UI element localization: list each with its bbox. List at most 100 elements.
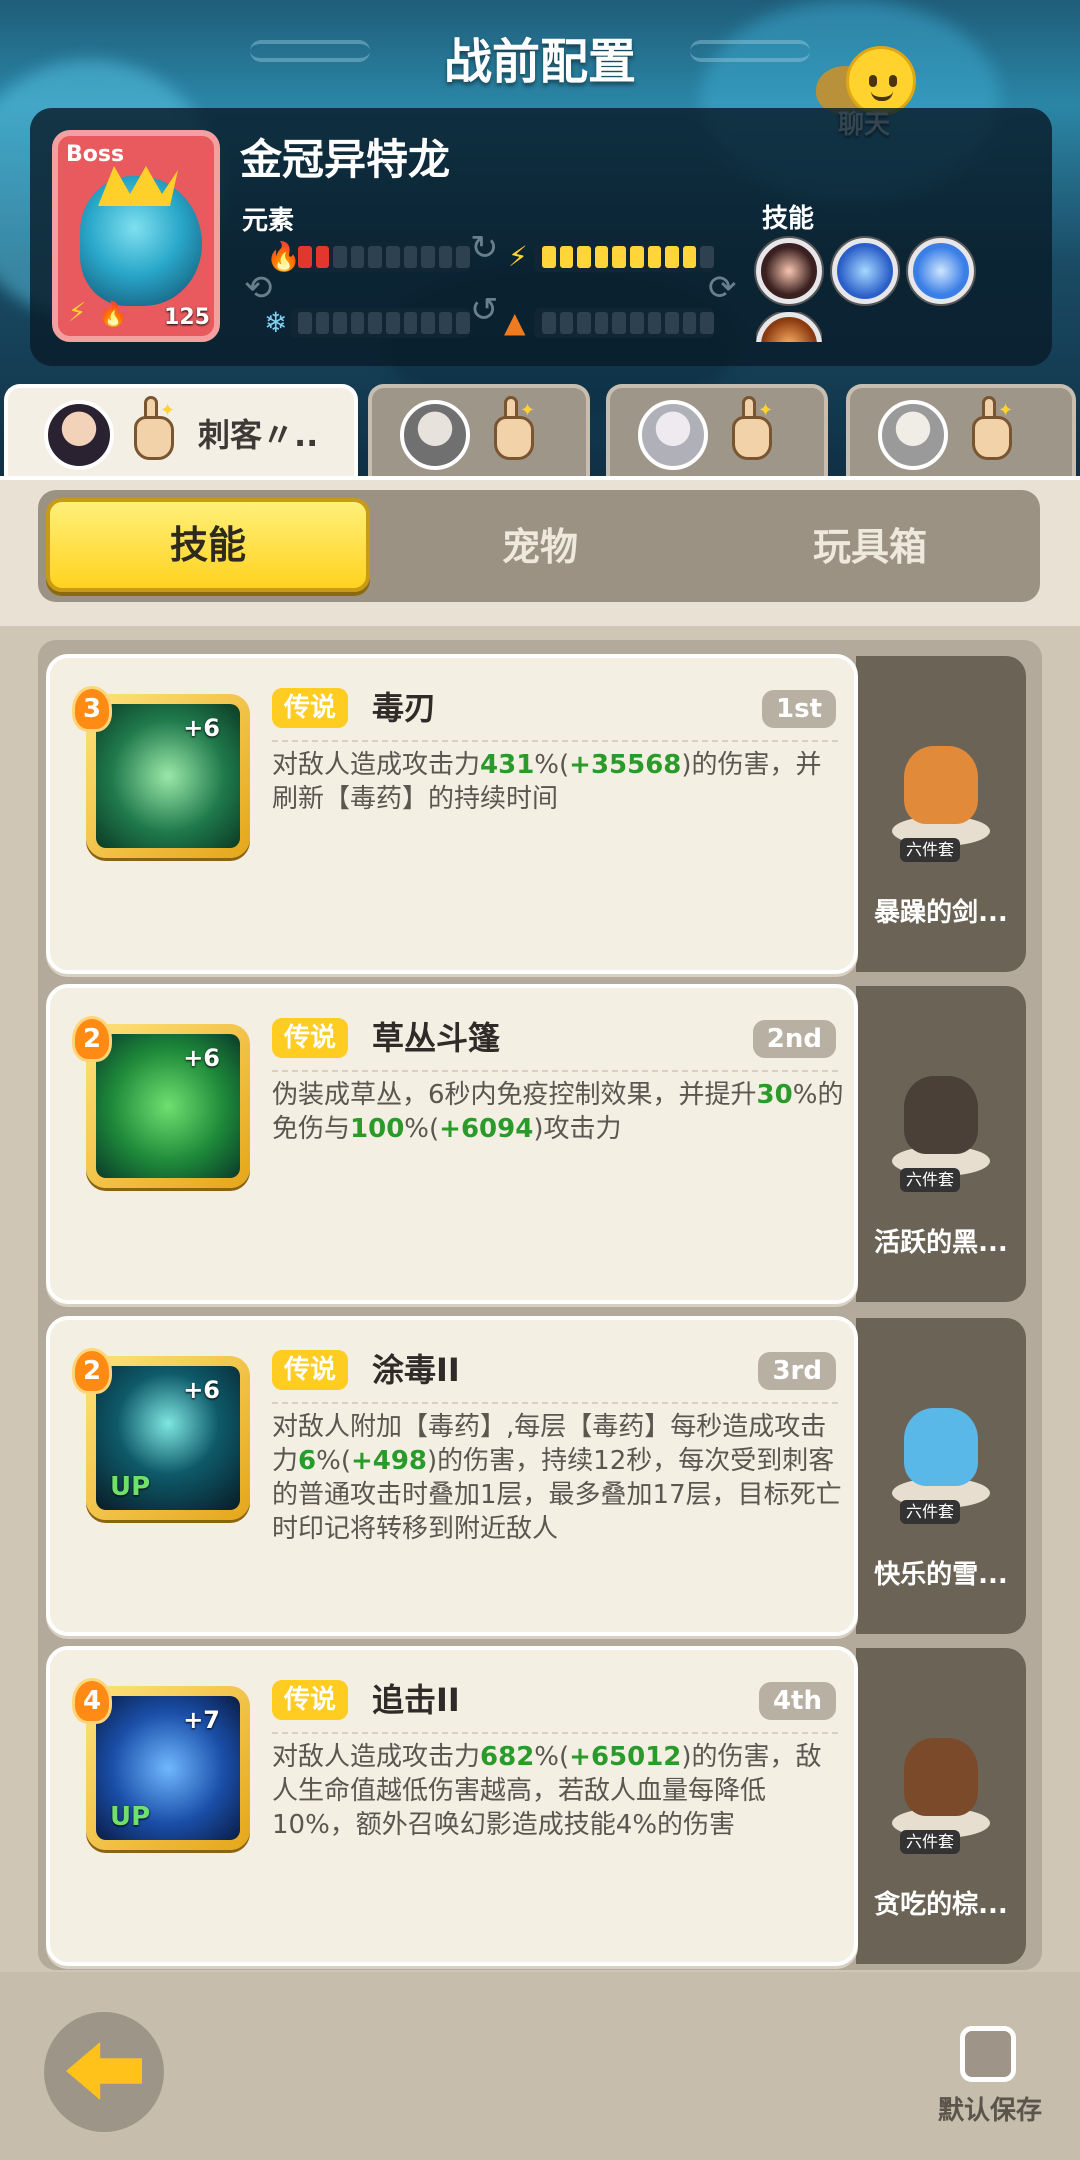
rarity-tag: 传说 <box>272 1680 349 1720</box>
back-button[interactable] <box>44 2012 164 2132</box>
element-bar-segment <box>421 312 435 334</box>
description-text: %( <box>534 1742 570 1772</box>
skill-level-badge: 3 <box>72 686 112 732</box>
pet-body <box>904 1738 978 1816</box>
earth-element-bar: ▲ <box>504 306 714 339</box>
skill-description: 对敌人造成攻击力431%(+35568)的伤害，并刷新【毒药】的持续时间 <box>272 748 844 816</box>
divider <box>272 1070 838 1072</box>
description-value: 682 <box>480 1742 535 1772</box>
element-bar-segment <box>456 246 470 268</box>
lightning-skill-icon[interactable] <box>908 238 974 304</box>
default-save-checkbox[interactable] <box>960 2026 1016 2082</box>
skill-level-badge: 4 <box>72 1678 112 1724</box>
element-bar-segment <box>298 312 312 334</box>
description-value: +35568 <box>569 750 682 780</box>
tap-finger-icon: ✦ <box>962 396 1018 464</box>
pet-slot[interactable]: 六件套快乐的雪... <box>856 1318 1026 1634</box>
upgrade-badge: UP <box>110 1472 151 1502</box>
description-text: %( <box>316 1446 351 1476</box>
element-bar-segment <box>350 312 365 334</box>
pet-slot[interactable]: 六件套 暴躁的剑... <box>856 656 1026 972</box>
element-bar-segment <box>665 312 679 334</box>
fire-element-bar: 🔥 <box>260 240 470 273</box>
element-bar-segment <box>612 246 626 268</box>
poison-drop-icon: +6 UP <box>96 1366 240 1510</box>
skill-rank-badge: 4th <box>758 1682 836 1720</box>
pet-set-tag: 六件套 <box>900 1500 961 1524</box>
skill-card[interactable]: +6 3 传说 毒刃 1st 对敌人造成攻击力431%(+35568)的伤害，并刷新【毒药… <box>46 654 858 974</box>
rarity-tag: 传说 <box>272 1350 349 1390</box>
element-bar-segment <box>438 246 453 268</box>
element-bar-segment <box>647 246 662 268</box>
cycle-arrow-icon: ⟳ <box>708 268 737 308</box>
tab-skills-label: 技能 <box>169 523 246 567</box>
pet-figure <box>886 1708 996 1838</box>
element-bar-segment <box>559 246 574 268</box>
divider <box>272 1732 838 1734</box>
thunder-storm-icon[interactable] <box>832 238 898 304</box>
pet-slot[interactable]: 六件套贪吃的棕... <box>856 1648 1026 1964</box>
hero-tab-4[interactable]: ✦ <box>846 384 1076 478</box>
element-bar-segment <box>403 312 418 334</box>
pet-name: 暴躁的剑... <box>874 898 1008 928</box>
hero-name: 刺客〃.. <box>198 416 319 454</box>
rarity-tag: 传说 <box>272 688 349 728</box>
element-bar-segment <box>456 312 470 334</box>
element-bar-segment <box>438 312 453 334</box>
hero-tab-assassin[interactable]: ✦ 刺客〃.. <box>4 384 358 478</box>
fang-skill-icon[interactable] <box>756 238 822 304</box>
element-bar-segment <box>403 246 418 268</box>
element-bar-segment <box>542 246 556 268</box>
element-bar-segment <box>333 312 347 334</box>
skill-rank-badge: 3rd <box>758 1352 836 1390</box>
element-bar-segment <box>700 312 714 334</box>
element-bar-segment <box>682 246 697 268</box>
rarity-tag: 传说 <box>272 1018 349 1058</box>
skill-description: 对敌人造成攻击力682%(+65012)的伤害，敌人生命值越低伤害越高，若敌人血… <box>272 1740 844 1842</box>
skills-label: 技能 <box>762 204 815 234</box>
pet-slot[interactable]: 六件套 活跃的黑... <box>856 986 1026 1302</box>
hero-tab-3[interactable]: ✦ <box>606 384 828 478</box>
tab-skills[interactable]: 技能 <box>46 498 370 592</box>
pet-set-tag: 六件套 <box>900 1830 961 1854</box>
bush-cloak-icon: +6 <box>96 1034 240 1178</box>
tap-finger-icon: ✦ <box>124 396 180 464</box>
description-text: )攻击力 <box>533 1114 622 1144</box>
pet-body <box>904 1076 978 1154</box>
lightning-icon: ⚡ <box>68 298 87 328</box>
pet-figure <box>886 716 996 846</box>
element-bar-segment <box>385 246 400 268</box>
skill-card[interactable]: +6 2 传说 草丛斗篷 2nd 伪装成草丛，6秒内免疫控制效果，并提升30%的免伤与10… <box>46 984 858 1304</box>
skill-level-badge: 2 <box>72 1016 112 1062</box>
skill-name: 草丛斗篷 <box>372 1019 501 1057</box>
boss-portrait[interactable]: Boss ⚡ 🔥 125 <box>52 130 220 342</box>
skill-plus-level: +6 <box>183 1376 220 1404</box>
element-bar-segment <box>682 312 697 334</box>
pursuit-icon: +7 UP <box>96 1696 240 1840</box>
pet-name: 快乐的雪... <box>874 1560 1008 1590</box>
back-arrow-icon <box>66 2042 142 2100</box>
skill-name: 涂毒II <box>372 1351 460 1389</box>
elements-label: 元素 <box>242 206 295 236</box>
element-bar-segment <box>559 312 574 334</box>
skill-description: 对敌人附加【毒药】,每层【毒药】每秒造成攻击力6%(+498)的伤害，持续12秒… <box>272 1410 844 1546</box>
tap-finger-icon: ✦ <box>722 396 778 464</box>
earth-icon: ▲ <box>504 306 526 339</box>
earth-spike-icon[interactable] <box>756 312 822 342</box>
tab-pets[interactable]: 宠物 <box>400 516 680 571</box>
pet-name: 贪吃的棕... <box>874 1890 1008 1920</box>
skill-card[interactable]: +7 UP 4 传说 追击II 4th 对敌人造成攻击力682%(+65012)的伤害，敌人… <box>46 1646 858 1966</box>
pet-body <box>904 1408 978 1486</box>
description-text: %( <box>534 750 570 780</box>
element-bar-segment <box>665 246 679 268</box>
description-value: +6094 <box>439 1114 534 1144</box>
tab-toybox[interactable]: 玩具箱 <box>720 516 1020 571</box>
hero-tab-2[interactable]: ✦ <box>368 384 590 478</box>
element-bar-segment <box>542 312 556 334</box>
skill-plus-level: +6 <box>183 714 220 742</box>
hero-avatar <box>638 400 708 470</box>
element-bar-segment <box>612 312 626 334</box>
description-text: 对敌人造成攻击力 <box>272 1742 481 1772</box>
skill-card[interactable]: +6 UP 2 传说 涂毒II 3rd 对敌人附加【毒药】,每层【毒药】每秒造成攻击力6%(… <box>46 1316 858 1636</box>
element-bar-segment <box>577 312 591 334</box>
